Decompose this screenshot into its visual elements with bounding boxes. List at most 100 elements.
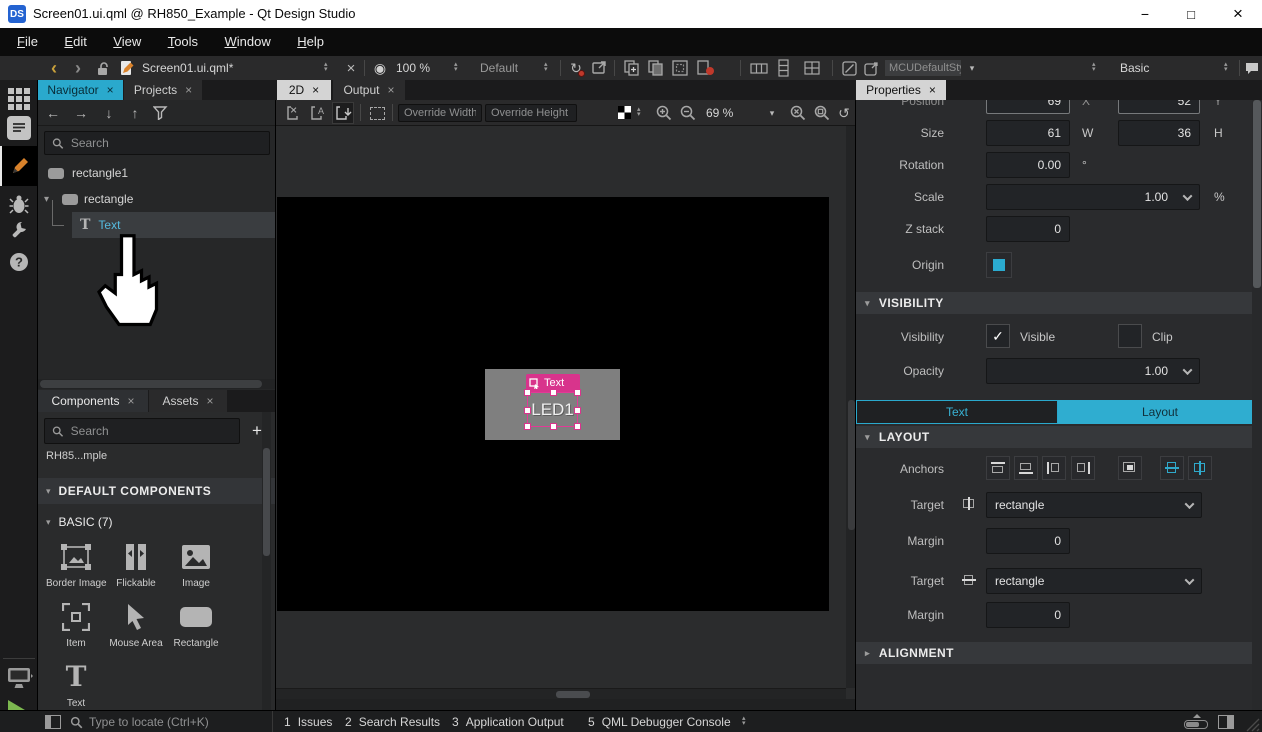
scroll-thumb[interactable] <box>1253 100 1261 288</box>
right-sidebar-toggle-icon[interactable] <box>1218 715 1234 729</box>
chevron-down-icon[interactable] <box>1183 191 1193 201</box>
kit-selector-icon[interactable] <box>6 666 34 692</box>
components-search-input[interactable] <box>71 424 232 438</box>
components-search-field[interactable] <box>44 418 240 444</box>
build-progress-icon[interactable] <box>1184 714 1210 730</box>
anchor-bottom-button[interactable] <box>1014 456 1038 480</box>
tab-close-icon[interactable]: × <box>312 84 319 96</box>
pane-search-results[interactable]: 2 Search Results <box>345 711 440 732</box>
component-item[interactable]: Item <box>46 598 106 649</box>
scroll-thumb[interactable] <box>848 400 855 530</box>
section-basic[interactable]: ▾ BASIC (7) <box>38 510 276 534</box>
move-down-icon[interactable]: ↓ <box>98 100 120 126</box>
menu-edit[interactable]: Edit <box>53 28 97 56</box>
selection-handle[interactable] <box>574 423 581 430</box>
override-width-field[interactable] <box>398 104 482 122</box>
visibility-section-header[interactable]: ▾ VISIBILITY <box>856 292 1252 314</box>
clip-checkbox[interactable] <box>1118 324 1142 348</box>
subtab-text[interactable]: Text <box>856 400 1058 424</box>
origin-button[interactable] <box>986 252 1012 278</box>
layout-section-header[interactable]: ▾ LAYOUT <box>856 426 1252 448</box>
properties-vscrollbar[interactable] <box>1252 100 1262 710</box>
locator-input[interactable] <box>89 715 259 729</box>
welcome-mode-icon[interactable] <box>8 88 30 110</box>
chevron-down-icon[interactable] <box>1185 499 1195 509</box>
zoom-fit-icon[interactable] <box>812 104 832 122</box>
subtab-layout[interactable]: Layout <box>1058 400 1262 424</box>
chevron-down-icon[interactable] <box>1185 575 1195 585</box>
tree-item-rectangle1[interactable]: rectangle1 <box>38 160 276 186</box>
selection-handle[interactable] <box>574 389 581 396</box>
minimize-button[interactable]: − <box>1122 0 1168 28</box>
tab-close-icon[interactable]: × <box>388 84 395 96</box>
menu-tools[interactable]: Tools <box>157 28 209 56</box>
tab-close-icon[interactable]: × <box>128 395 135 407</box>
component-rectangle[interactable]: Rectangle <box>166 598 226 649</box>
export-icon[interactable] <box>590 60 608 76</box>
components-vscrollbar[interactable] <box>262 412 271 710</box>
menu-file[interactable]: File <box>6 28 49 56</box>
override-height-field[interactable] <box>485 104 577 122</box>
background-color-icon[interactable] <box>618 106 631 119</box>
tab-close-icon[interactable]: × <box>207 395 214 407</box>
help-icon[interactable]: ? <box>8 250 30 274</box>
snap-on-icon[interactable] <box>332 102 354 124</box>
margin1-field[interactable]: 0 <box>986 528 1070 554</box>
back-icon[interactable]: ‹ <box>44 56 64 80</box>
zoom-dropdown-icon[interactable]: ▾ <box>764 100 780 126</box>
move-left-icon[interactable]: ← <box>42 100 64 126</box>
canvas-zoom-level[interactable]: 69 % <box>706 100 733 126</box>
style-selector[interactable]: MCUDefaultStyle <box>884 59 962 77</box>
column-layout-icon[interactable] <box>776 59 790 77</box>
size-h-field[interactable]: 36 <box>1118 120 1200 146</box>
forward-icon[interactable]: › <box>68 56 88 80</box>
run-preview-icon[interactable]: ◉ <box>370 56 390 80</box>
tab-navigator[interactable]: Navigator× <box>38 80 123 100</box>
size-w-field[interactable]: 61 <box>986 120 1070 146</box>
tab-properties[interactable]: Properties× <box>856 80 946 100</box>
lock-icon[interactable] <box>94 59 112 77</box>
close-document-icon[interactable]: × <box>342 56 360 80</box>
theme-spinner-right[interactable]: ▴▾ <box>1224 62 1228 72</box>
filter-icon[interactable] <box>150 105 170 121</box>
state-spinner[interactable]: ▴▾ <box>544 62 548 72</box>
position-x-field[interactable]: 69 <box>986 100 1070 114</box>
navigator-search-input[interactable] <box>71 136 262 150</box>
tab-close-icon[interactable]: × <box>929 84 936 96</box>
document-spinner[interactable]: ▴▾ <box>324 62 328 72</box>
extract-component-icon[interactable] <box>646 60 666 76</box>
target1-dropdown[interactable]: rectangle <box>986 492 1202 518</box>
panes-spinner[interactable]: ▴▾ <box>742 716 746 726</box>
zstack-field[interactable]: 0 <box>986 216 1070 242</box>
position-y-field[interactable]: 52 <box>1118 100 1200 114</box>
sync-icon[interactable]: ↻ <box>566 56 586 80</box>
target2-dropdown[interactable]: rectangle <box>986 568 1202 594</box>
menu-view[interactable]: View <box>102 28 152 56</box>
state-selector[interactable]: Default <box>480 56 518 80</box>
left-sidebar-toggle-icon[interactable] <box>45 715 61 729</box>
opacity-field[interactable]: 1.00 <box>986 358 1200 384</box>
component-mouse-area[interactable]: Mouse Area <box>106 598 166 649</box>
design-mode-active[interactable] <box>0 146 38 186</box>
comment-icon[interactable] <box>1244 60 1260 76</box>
edit-document-icon[interactable] <box>118 59 136 77</box>
navigator-hscrollbar[interactable] <box>38 379 276 389</box>
tree-item-rectangle[interactable]: ▾ rectangle <box>38 186 276 212</box>
module-name[interactable]: RH85...mple <box>46 450 107 462</box>
zoom-selection-icon[interactable] <box>788 104 808 122</box>
theme-selector[interactable]: Basic <box>1120 56 1149 80</box>
edit-slash-icon[interactable] <box>840 60 858 76</box>
margin2-field[interactable]: 0 <box>986 602 1070 628</box>
tab-output[interactable]: Output× <box>333 80 405 100</box>
component-flickable[interactable]: Flickable <box>106 538 166 589</box>
anchor-horizontal-center-button[interactable] <box>1188 456 1212 480</box>
anchor-top-button[interactable] <box>986 456 1010 480</box>
anchor-right-button[interactable] <box>1071 456 1095 480</box>
menu-window[interactable]: Window <box>214 28 282 56</box>
canvas-vscrollbar[interactable] <box>846 126 856 688</box>
scroll-thumb[interactable] <box>40 380 262 388</box>
tools-icon[interactable] <box>8 218 30 242</box>
preview-zoom-level[interactable]: 100 % <box>396 56 430 80</box>
style-dropdown-icon[interactable]: ▾ <box>964 59 980 77</box>
selection-handle[interactable] <box>550 423 557 430</box>
